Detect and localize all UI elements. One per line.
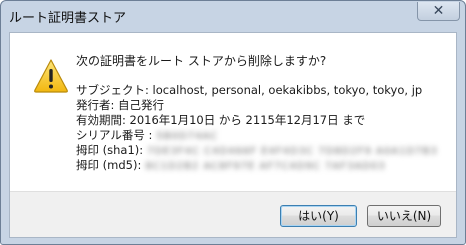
dialog-content: 次の証明書をルート ストアから削除しますか? サブジェクト: localhost…: [9, 32, 457, 238]
serial-label: シリアル番号 :: [76, 128, 153, 142]
no-button[interactable]: いいえ(N): [367, 205, 441, 227]
md5-line: 拇印 (md5): 8C1D2B2 AC8F97E AF7C4D9C 7AF3AD…: [76, 158, 438, 173]
dialog-window: ルート証明書ストア ✕ 次の証明書をルート ストアから削除しますか? サブジェク…: [0, 0, 466, 245]
sha1-label: 拇印 (sha1):: [76, 143, 144, 157]
confirm-question: 次の証明書をルート ストアから削除しますか?: [76, 54, 327, 68]
button-bar: はい(Y) いいえ(N): [10, 191, 456, 237]
yes-button[interactable]: はい(Y): [280, 205, 357, 227]
md5-value: 8C1D2B2 AC8F97E AF7C4D9C 7AF3AD03: [145, 161, 386, 172]
title-bar[interactable]: ルート証明書ストア ✕: [1, 1, 465, 33]
window-title: ルート証明書ストア: [9, 11, 127, 26]
sha1-value: 7DE3F4C C4D466F E4F4D3C 7D8D2F9 A0A1D7B3: [147, 146, 438, 157]
close-icon: ✕: [432, 3, 445, 19]
serial-line: シリアル番号 :5B0D74AC: [76, 128, 438, 143]
issuer-line: 発行者: 自己発行: [76, 98, 165, 112]
sha1-line: 拇印 (sha1): 7DE3F4C C4D466F E4F4D3C 7D8D2F…: [76, 143, 438, 158]
subject-line: サブジェクト: localhost, personal, oekakibbs, …: [76, 83, 423, 97]
serial-value: 5B0D74AC: [156, 131, 219, 142]
warning-icon: [34, 59, 68, 93]
validity-line: 有効期間: 2016年1月10日 から 2115年12月17日 まで: [76, 113, 366, 127]
certificate-details: サブジェクト: localhost, personal, oekakibbs, …: [76, 83, 438, 173]
close-button[interactable]: ✕: [417, 2, 460, 21]
md5-label: 拇印 (md5):: [76, 158, 142, 172]
